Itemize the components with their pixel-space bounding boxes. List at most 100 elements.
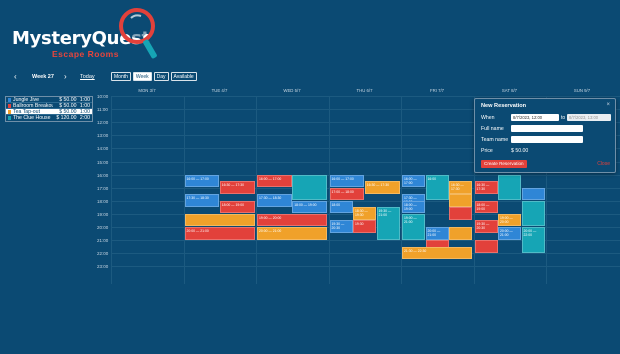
reservation-event[interactable]: 20:00 — 21:00 <box>425 227 449 240</box>
room-legend: Jungle Jive $ 50.00 1:00 Ballroom Breako… <box>5 96 93 122</box>
time-label: 17:00 <box>97 185 109 191</box>
room-color-swatch <box>8 109 11 114</box>
when-from-input[interactable]: 8/7/2023, 12:00 <box>511 114 559 121</box>
time-label: 20:00 <box>97 225 109 230</box>
close-button[interactable]: Close <box>597 161 610 167</box>
view-month-button[interactable]: Month <box>111 72 131 81</box>
reservation-event[interactable]: 21:30 — 22:30 <box>402 246 472 260</box>
price-value: $ 50.00 <box>511 148 529 154</box>
room-name: The Clue House <box>13 115 51 121</box>
reservation-event[interactable]: 18:00 — 19:00 <box>402 200 425 214</box>
full-name-input[interactable] <box>511 125 583 132</box>
reservation-event[interactable]: 16:30 — 17:30 <box>449 181 472 194</box>
view-week-button[interactable]: Week <box>132 72 152 81</box>
time-label: 22:00 <box>97 251 109 257</box>
room-duration: 2:00 <box>79 115 90 121</box>
reservation-event[interactable]: 18:00 — 19:00 <box>219 200 255 214</box>
reservation-event[interactable]: 17:30 — 18:30 <box>257 194 292 207</box>
room-price: $ 120.00 <box>56 115 77 121</box>
reservation-event[interactable] <box>498 174 521 201</box>
room-name: Tea Tap-out <box>13 108 41 115</box>
price-label: Price <box>481 148 493 154</box>
view-day-button[interactable]: Day <box>153 72 169 81</box>
room-color-swatch <box>8 97 11 102</box>
magnifying-glass-icon <box>119 8 157 59</box>
reservation-event[interactable]: 19:30 — 21:00 <box>376 207 400 240</box>
reservation-event[interactable]: 16:00 — 17:00 <box>184 174 220 188</box>
reservation-event[interactable]: 19:30 — 20:30 <box>474 220 498 234</box>
view-switcher: Month Week Day Available <box>111 72 197 81</box>
time-label: 19:00 <box>97 211 109 217</box>
day-header: SUN 9/7 <box>573 88 591 93</box>
reservation-event[interactable]: 16:00 <box>425 174 449 201</box>
logo: MysteryQuest Escape Rooms <box>12 8 162 62</box>
grid-hour-line <box>111 266 620 268</box>
reservation-event[interactable] <box>474 240 498 253</box>
reservation-event[interactable]: 20:00 — 21:00 <box>257 227 327 240</box>
reservation-event[interactable]: 18:00 — 19:00 <box>474 200 498 214</box>
time-label: 23:00 <box>97 264 109 270</box>
grid-column-line <box>256 96 257 284</box>
reservation-event[interactable]: 18:30 — 19:30 <box>353 207 376 220</box>
day-header: SAT 8/7 <box>501 88 518 93</box>
room-duration: 1:00 <box>79 108 90 115</box>
reservation-event[interactable] <box>449 207 472 220</box>
reservation-event[interactable] <box>184 213 255 227</box>
reservation-event[interactable]: 19:00 — 21:00 <box>402 213 425 240</box>
reservation-event[interactable]: 18:00 — 19:00 <box>292 200 327 214</box>
room-price: $ 50.00 <box>59 108 77 115</box>
room-color-swatch <box>8 116 11 120</box>
when-to-input[interactable]: 8/7/2023, 13:00 <box>567 114 611 121</box>
full-name-label: Full name <box>481 126 504 132</box>
day-header: TUE 4/7 <box>211 88 228 93</box>
close-icon[interactable]: × <box>606 102 610 108</box>
room-color-swatch <box>8 103 11 108</box>
chevron-right-icon[interactable]: › <box>64 72 67 81</box>
time-label: 21:00 <box>97 238 109 244</box>
reservation-event[interactable]: 16:30 — 17:30 <box>219 181 255 194</box>
reservation-event[interactable]: 16:00 — 17:00 <box>402 174 425 188</box>
time-label: 18:00 <box>97 198 109 204</box>
day-header: MON 3/7 <box>138 88 156 93</box>
time-label: 16:00 <box>97 172 109 178</box>
when-label: When <box>481 115 495 121</box>
grid-hour-line <box>111 253 620 255</box>
reservation-event[interactable]: 16:00 — 17:00 <box>329 174 365 188</box>
time-label: 10:00 <box>97 94 109 99</box>
today-link[interactable]: Today <box>80 74 95 80</box>
reservation-event[interactable]: 20:00 — 21:00 <box>498 227 521 240</box>
time-label: 14:00 <box>97 146 109 152</box>
reservation-event[interactable]: 20:00 — 22:00 <box>521 227 545 253</box>
brand-subtitle: Escape Rooms <box>52 49 119 59</box>
reservation-event[interactable]: 19:30 — 20:30 <box>329 220 353 234</box>
time-label: 11:00 <box>97 107 108 113</box>
reservation-event[interactable] <box>449 194 472 207</box>
grid-column-line <box>111 96 112 284</box>
reservation-event[interactable]: 20:00 — 21:00 <box>184 227 255 240</box>
to-label: to <box>561 115 566 121</box>
reservation-event[interactable] <box>449 227 472 240</box>
team-name-input[interactable] <box>511 136 583 143</box>
reservation-event[interactable] <box>521 200 545 227</box>
reservation-event[interactable] <box>292 174 327 201</box>
reservation-event[interactable]: 18:00 <box>329 200 353 214</box>
reservation-event[interactable]: 19:30 <box>353 220 376 234</box>
reservation-event[interactable]: 19:00 — 20:00 <box>257 213 327 227</box>
reservation-event[interactable]: 16:30 — 17:30 <box>474 181 498 194</box>
room-item-the-clue-house[interactable]: The Clue House $ 120.00 2:00 <box>6 115 92 121</box>
day-header: WED 5/7 <box>283 88 301 93</box>
new-reservation-dialog: New Reservation × When 8/7/2023, 12:00 t… <box>474 98 616 173</box>
grid-column-line <box>183 96 185 284</box>
reservation-event[interactable]: 17:30 — 18:30 <box>184 194 220 207</box>
chevron-left-icon[interactable]: ‹ <box>14 72 17 81</box>
reservation-event[interactable]: 19:00 — 20:00 <box>498 213 521 227</box>
reservation-event[interactable]: 16:00 — 17:00 <box>257 174 292 188</box>
dialog-title: New Reservation <box>481 103 527 109</box>
reservation-event[interactable] <box>521 187 545 201</box>
reservation-event[interactable]: 17:00 — 18:00 <box>329 187 365 201</box>
create-reservation-button[interactable]: Create Reservation <box>481 160 527 168</box>
view-available-button[interactable]: Available <box>170 72 197 81</box>
team-name-label: Team name <box>481 137 509 143</box>
reservation-event[interactable]: 16:30 — 17:30 <box>364 181 400 194</box>
day-header: FRI 7/7 <box>429 88 445 93</box>
